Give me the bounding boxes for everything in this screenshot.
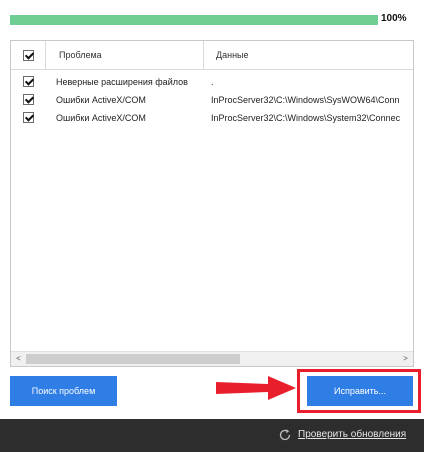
row-data-cell: InProcServer32\C:\Windows\System32\Conne… (211, 113, 401, 123)
refresh-icon[interactable] (278, 428, 292, 442)
results-table: Проблема Данные Неверные расширения файл… (10, 40, 414, 367)
red-arrow-icon (216, 376, 296, 400)
row-problem-cell: Неверные расширения файлов (56, 77, 188, 87)
header-select-all-cell (11, 41, 46, 70)
scan-progress-label: 100% (381, 13, 407, 24)
scroll-right-arrow-icon[interactable]: > (398, 352, 413, 366)
table-row[interactable]: Неверные расширения файлов . (11, 73, 413, 91)
column-header-data[interactable]: Данные (204, 41, 413, 70)
select-all-checkbox[interactable] (23, 50, 34, 61)
row-checkbox[interactable] (23, 76, 34, 87)
table-row[interactable]: Ошибки ActiveX/COM InProcServer32\C:\Win… (11, 109, 413, 127)
scan-progress-fill (10, 15, 378, 25)
row-problem-cell: Ошибки ActiveX/COM (56, 95, 146, 105)
row-checkbox[interactable] (23, 112, 34, 123)
scan-progress-bar (10, 15, 378, 25)
scroll-left-arrow-icon[interactable]: < (11, 352, 26, 366)
check-updates-link[interactable]: Проверить обновления (298, 427, 406, 443)
horizontal-scrollbar[interactable]: < > (11, 351, 413, 366)
row-data-cell: InProcServer32\C:\Windows\SysWOW64\Conn (211, 95, 400, 105)
scrollbar-thumb[interactable] (26, 354, 240, 364)
column-header-problem[interactable]: Проблема (46, 41, 204, 70)
row-problem-cell: Ошибки ActiveX/COM (56, 113, 146, 123)
row-data-cell: . (211, 77, 214, 87)
table-header: Проблема Данные (11, 41, 413, 70)
table-row[interactable]: Ошибки ActiveX/COM InProcServer32\C:\Win… (11, 91, 413, 109)
row-checkbox[interactable] (23, 94, 34, 105)
scan-problems-button[interactable]: Поиск проблем (10, 376, 117, 406)
footer-bar: Проверить обновления (0, 419, 424, 452)
table-body: Неверные расширения файлов . Ошибки Acti… (11, 73, 413, 127)
fix-button-highlight (297, 369, 421, 413)
